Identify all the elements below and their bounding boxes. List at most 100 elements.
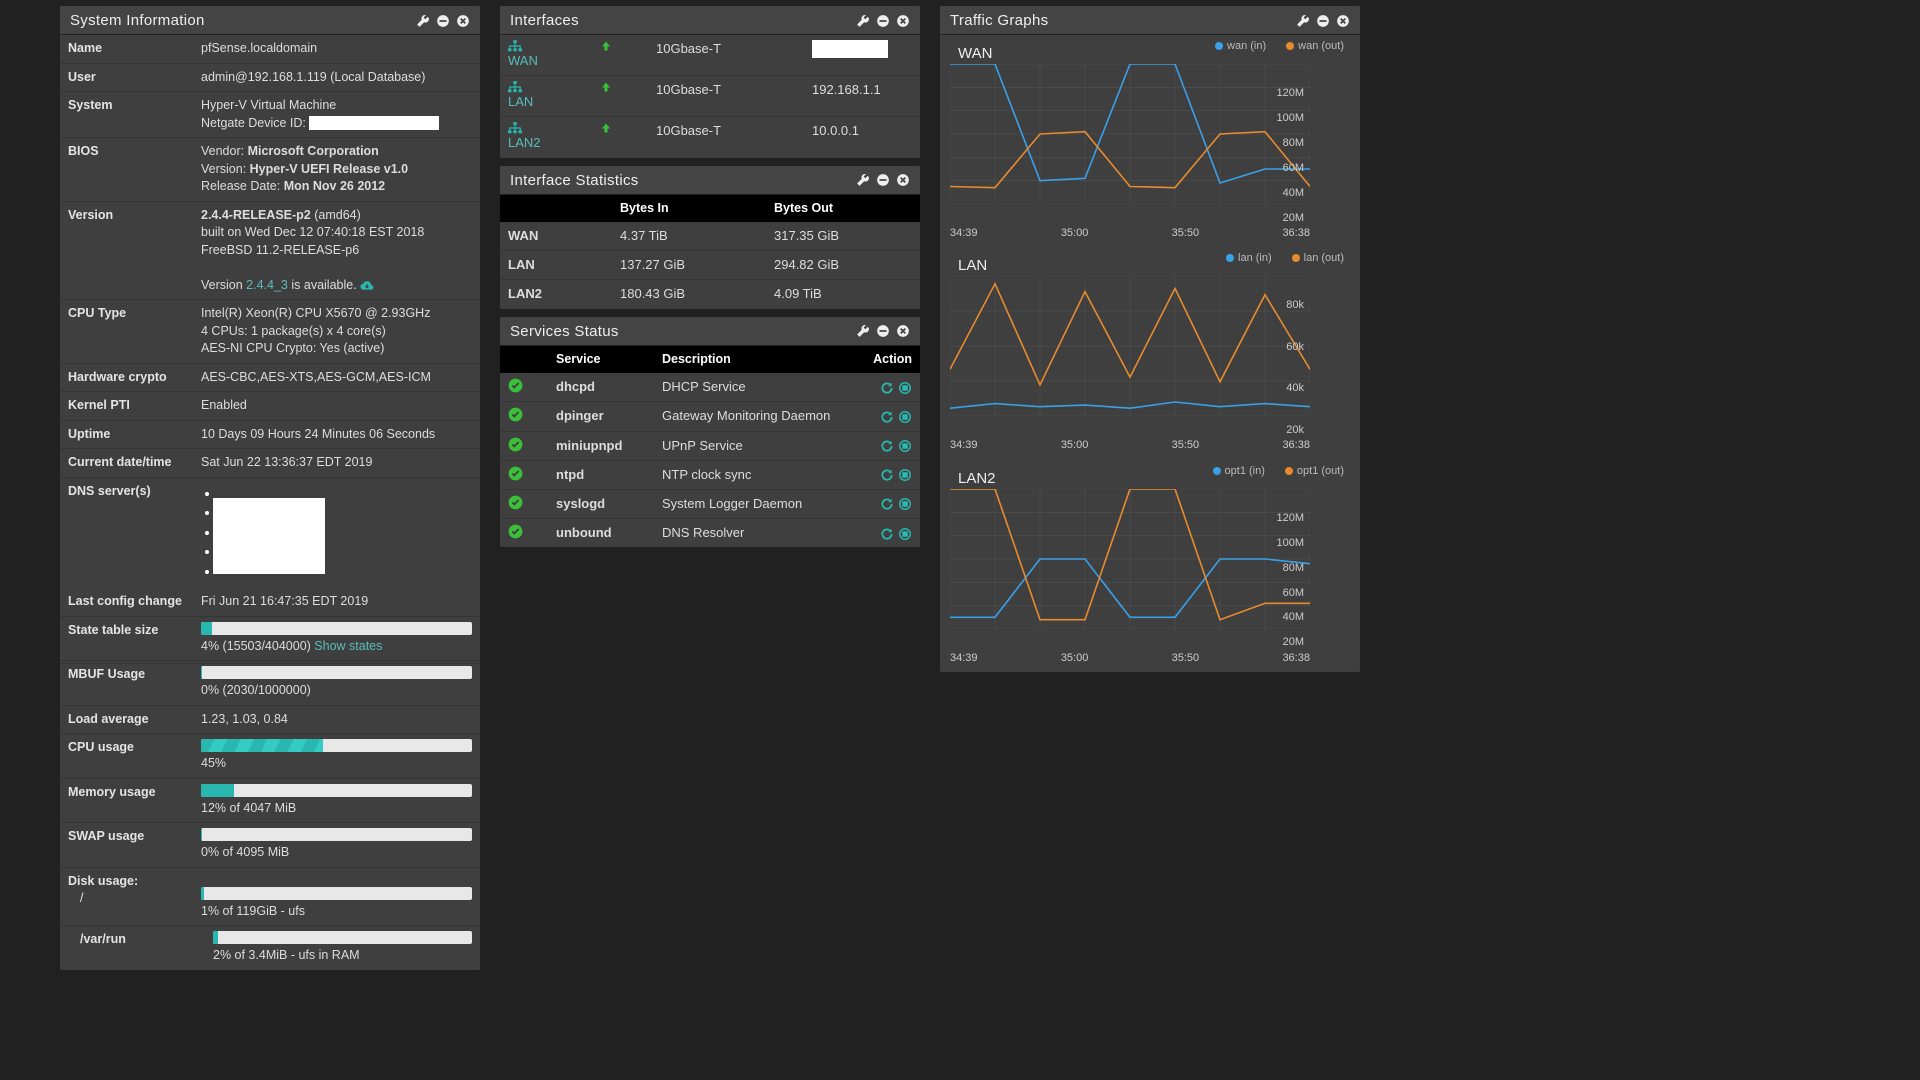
close-icon[interactable] <box>896 173 910 187</box>
interface-link[interactable]: LAN2 <box>508 135 541 150</box>
restart-icon[interactable] <box>880 497 894 511</box>
restart-icon[interactable] <box>880 527 894 541</box>
service-row: dhcpdDHCP Service <box>500 373 920 402</box>
minimize-icon[interactable] <box>436 14 450 28</box>
interface-linkspeed: 10Gbase-T <box>648 76 804 116</box>
service-desc: System Logger Daemon <box>654 490 844 518</box>
restart-icon[interactable] <box>880 410 894 424</box>
value-user: admin@192.168.1.119 (Local Database) <box>201 69 472 87</box>
label-disk: Disk usage:/ <box>68 873 201 921</box>
panel-title: Services Status <box>510 321 619 342</box>
close-icon[interactable] <box>1336 14 1350 28</box>
interface-ip <box>804 35 920 75</box>
label-system: System <box>68 97 201 132</box>
value-cpuusage: 45% <box>201 739 472 773</box>
service-row: dpingerGateway Monitoring Daemon <box>500 402 920 431</box>
check-circle-icon <box>500 402 548 430</box>
label-bios: BIOS <box>68 143 201 196</box>
interface-link[interactable]: LAN <box>508 94 533 109</box>
show-states-link[interactable]: Show states <box>314 639 382 653</box>
value-disk: 1% of 119GiB - ufs <box>201 873 472 921</box>
value-load: 1.23, 1.03, 0.84 <box>201 711 472 729</box>
wrench-icon[interactable] <box>416 14 430 28</box>
service-name: ntpd <box>548 461 654 489</box>
panel-title: Interface Statistics <box>510 170 639 191</box>
ifstat-name: LAN <box>500 251 612 279</box>
stop-icon[interactable] <box>898 468 912 482</box>
restart-icon[interactable] <box>880 381 894 395</box>
arrow-up-icon <box>600 81 640 93</box>
ifstat-out: 294.82 GiB <box>766 251 920 279</box>
value-state: 4% (15503/404000) Show states <box>201 622 472 656</box>
version-update-link[interactable]: 2.4.4_3 <box>246 278 288 292</box>
arrow-up-icon <box>600 40 640 52</box>
service-row: miniupnpdUPnP Service <box>500 432 920 461</box>
minimize-icon[interactable] <box>1316 14 1330 28</box>
check-circle-icon <box>500 490 548 518</box>
close-icon[interactable] <box>896 324 910 338</box>
col-description: Description <box>654 346 844 374</box>
dns-redacted-box <box>213 498 325 574</box>
interface-ip: 10.0.0.1 <box>804 117 920 157</box>
wrench-icon[interactable] <box>1296 14 1310 28</box>
label-hwcrypto: Hardware crypto <box>68 369 201 387</box>
service-name: dpinger <box>548 402 654 430</box>
value-name: pfSense.localdomain <box>201 40 472 58</box>
ifstat-in: 137.27 GiB <box>612 251 766 279</box>
ifstat-name: WAN <box>500 222 612 250</box>
check-circle-icon <box>500 373 548 401</box>
chart-legend: wan (in)wan (out) <box>1195 39 1344 54</box>
stop-icon[interactable] <box>898 439 912 453</box>
label-version: Version <box>68 207 201 295</box>
interface-linkspeed: 10Gbase-T <box>648 117 804 157</box>
interface-link[interactable]: WAN <box>508 53 538 68</box>
panel-title: Interfaces <box>510 10 579 31</box>
col-action: Action <box>844 346 920 374</box>
cloud-download-icon[interactable] <box>360 279 374 291</box>
panel-title: Traffic Graphs <box>950 10 1048 31</box>
ifstat-out: 4.09 TiB <box>766 280 920 308</box>
value-pti: Enabled <box>201 397 472 415</box>
value-swap: 0% of 4095 MiB <box>201 828 472 862</box>
panel-system-information: System Information NamepfSense.localdoma… <box>60 6 480 970</box>
label-lastcfg: Last config change <box>68 593 201 611</box>
panel-traffic-graphs: Traffic Graphs WANwan (in)wan (out)120M1… <box>940 6 1360 672</box>
close-icon[interactable] <box>896 14 910 28</box>
service-desc: DHCP Service <box>654 373 844 401</box>
value-datetime: Sat Jun 22 13:36:37 EDT 2019 <box>201 454 472 472</box>
sitemap-icon <box>508 40 584 52</box>
value-varrun: 2% of 3.4MiB - ufs in RAM <box>213 931 472 965</box>
wrench-icon[interactable] <box>856 173 870 187</box>
service-row: unboundDNS Resolver <box>500 519 920 547</box>
value-version: 2.4.4-RELEASE-p2 (amd64) built on Wed De… <box>201 207 472 295</box>
restart-icon[interactable] <box>880 468 894 482</box>
check-circle-icon <box>500 432 548 460</box>
stop-icon[interactable] <box>898 381 912 395</box>
label-datetime: Current date/time <box>68 454 201 472</box>
chart-svg <box>950 276 1310 416</box>
restart-icon[interactable] <box>880 439 894 453</box>
traffic-chart: LAN2opt1 (in)opt1 (out)120M100M80M60M40M… <box>940 460 1360 672</box>
col-bytes-out: Bytes Out <box>766 195 920 223</box>
chart-svg <box>950 64 1310 204</box>
value-hwcrypto: AES-CBC,AES-XTS,AES-GCM,AES-ICM <box>201 369 472 387</box>
stop-icon[interactable] <box>898 410 912 424</box>
close-icon[interactable] <box>456 14 470 28</box>
wrench-icon[interactable] <box>856 324 870 338</box>
stop-icon[interactable] <box>898 497 912 511</box>
minimize-icon[interactable] <box>876 14 890 28</box>
value-mbuf: 0% (2030/1000000) <box>201 666 472 700</box>
minimize-icon[interactable] <box>876 173 890 187</box>
ifstat-row: LAN137.27 GiB294.82 GiB <box>500 251 920 280</box>
ifstat-in: 4.37 TiB <box>612 222 766 250</box>
ifstat-out: 317.35 GiB <box>766 222 920 250</box>
value-system: Hyper-V Virtual Machine Netgate Device I… <box>201 97 472 132</box>
chart-svg <box>950 489 1310 629</box>
service-name: miniupnpd <box>548 432 654 460</box>
stop-icon[interactable] <box>898 527 912 541</box>
traffic-chart: WANwan (in)wan (out)120M100M80M60M40M20M… <box>940 35 1360 247</box>
service-desc: NTP clock sync <box>654 461 844 489</box>
minimize-icon[interactable] <box>876 324 890 338</box>
wrench-icon[interactable] <box>856 14 870 28</box>
netgate-id-redacted <box>309 116 439 130</box>
